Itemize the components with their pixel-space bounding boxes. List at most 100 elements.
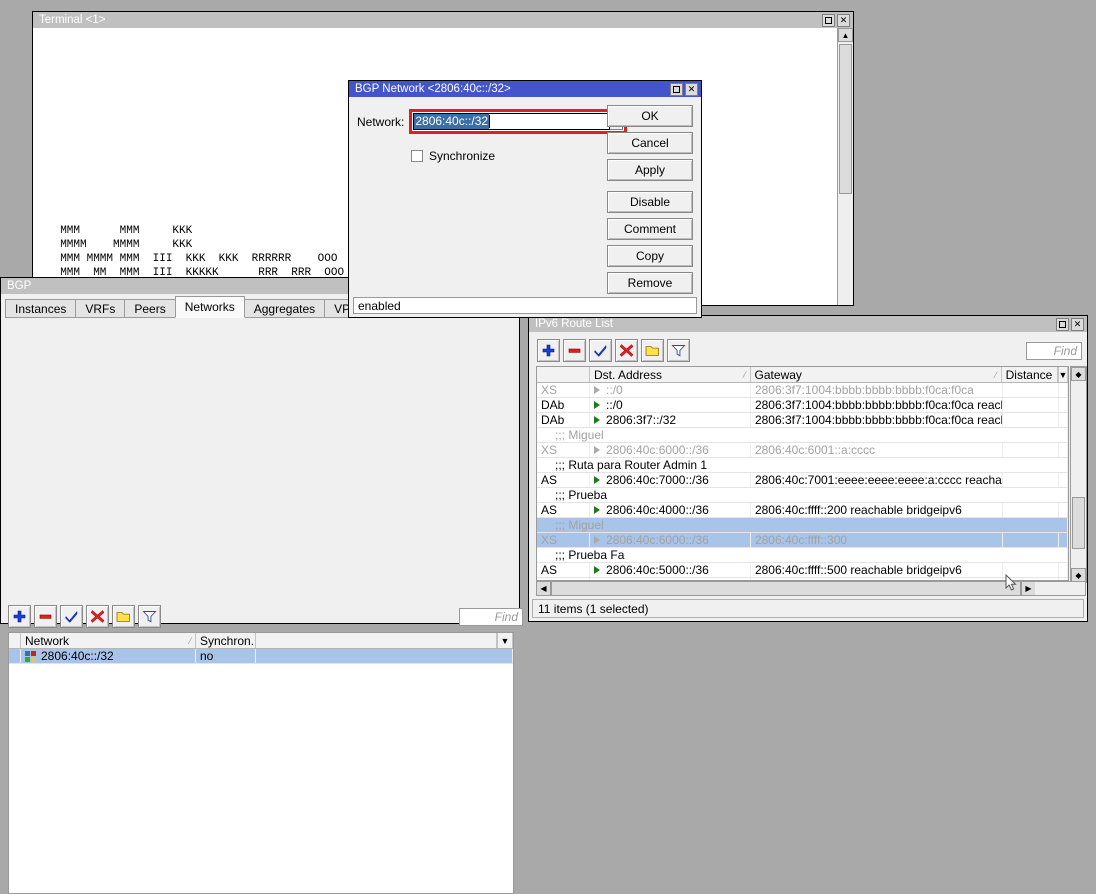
cell-distance: [1003, 473, 1059, 487]
table-row[interactable]: 2806:40c::/32no: [9, 649, 513, 664]
column-chooser-button[interactable]: ▼: [497, 633, 513, 648]
table-row[interactable]: XS::/02806:3f7:1004:bbbb:bbbb:bbbb:f0ca:…: [537, 383, 1068, 398]
maximize-icon[interactable]: [822, 14, 835, 27]
table-row[interactable]: DAb2806:3f7::/322806:3f7:1004:bbbb:bbbb:…: [537, 413, 1068, 428]
cell-distance: [1003, 563, 1059, 577]
comment-button[interactable]: Comment: [607, 218, 693, 240]
comment-button[interactable]: [112, 605, 135, 628]
table-row[interactable]: AS2806:40c:4000::/362806:40c:ffff::200 r…: [537, 503, 1068, 518]
table-row[interactable]: DAb::/02806:3f7:1004:bbbb:bbbb:bbbb:f0ca…: [537, 398, 1068, 413]
add-button[interactable]: [8, 605, 31, 628]
synchronize-row[interactable]: Synchronize: [411, 149, 495, 163]
comment-row[interactable]: ;;; Prueba Fa: [537, 548, 1068, 563]
column-chooser-button[interactable]: ▼: [1058, 367, 1068, 382]
enable-button[interactable]: [60, 605, 83, 628]
comment-row[interactable]: ;;; Prueba: [537, 488, 1068, 503]
column-header-dst-address[interactable]: Dst. Address⁄: [590, 367, 751, 382]
comment-button[interactable]: [641, 339, 664, 362]
tab-networks[interactable]: Networks: [175, 296, 245, 318]
disable-icon: [619, 343, 634, 358]
remove-button[interactable]: [563, 339, 586, 362]
cell-filler: [1059, 443, 1068, 457]
scroll-left-icon[interactable]: ◀: [537, 582, 551, 595]
routelist-toolbar[interactable]: [537, 339, 690, 362]
bgp-find-input[interactable]: Find: [459, 608, 523, 626]
remove-icon: [38, 609, 53, 624]
scroll-down-icon[interactable]: ◆: [1071, 568, 1086, 582]
cell-distance: [1003, 503, 1059, 517]
disable-button[interactable]: [86, 605, 109, 628]
hscroll-thumb[interactable]: [551, 582, 1021, 595]
synchronize-label: Synchronize: [429, 149, 495, 163]
maximize-icon[interactable]: [1056, 318, 1069, 331]
tab-vrfs[interactable]: VRFs: [75, 299, 125, 318]
maximize-icon[interactable]: [670, 83, 683, 96]
copy-button[interactable]: Copy: [607, 245, 693, 267]
bgp-network-dialog[interactable]: BGP Network <2806:40c::/32> ✕ Network: 2…: [348, 80, 702, 318]
ipv6-route-list-window[interactable]: IPv6 Route List ✕ Find Dst. Address⁄Gate…: [528, 315, 1088, 622]
enable-button[interactable]: [589, 339, 612, 362]
column-header-synchron-[interactable]: Synchron...: [196, 633, 256, 648]
synchronize-checkbox[interactable]: [411, 150, 423, 162]
terminal-vertical-scrollbar[interactable]: ▲: [837, 28, 853, 305]
network-field-highlight: 2806:40c::/32: [409, 109, 627, 134]
column-header-flags[interactable]: [537, 367, 590, 382]
close-icon[interactable]: ✕: [685, 83, 698, 96]
routelist-status-text: 11 items (1 selected): [538, 602, 649, 616]
route-active-icon: [594, 386, 600, 394]
table-row[interactable]: XS2806:40c:6000::/362806:40c:6001::a:ccc…: [537, 443, 1068, 458]
add-button[interactable]: [537, 339, 560, 362]
bgp-window[interactable]: BGP InstancesVRFsPeersNetworksAggregates…: [0, 277, 520, 624]
filter-button[interactable]: [138, 605, 161, 628]
filter-button[interactable]: [667, 339, 690, 362]
dialog-button-column[interactable]: OK Cancel Apply Disable Comment Copy Remove: [607, 105, 693, 294]
bgp-toolbar[interactable]: [8, 605, 161, 628]
routelist-horizontal-scrollbar[interactable]: ◀ ▶: [536, 581, 1086, 596]
remove-button[interactable]: Remove: [607, 272, 693, 294]
table-row[interactable]: AS2806:40c:5000::/362806:40c:ffff::500 r…: [537, 563, 1068, 578]
disable-button[interactable]: [615, 339, 638, 362]
close-icon[interactable]: ✕: [837, 14, 850, 27]
scroll-thumb[interactable]: [1072, 497, 1085, 549]
column-header-gateway[interactable]: Gateway⁄: [751, 367, 1002, 382]
remove-button[interactable]: [34, 605, 57, 628]
route-active-icon: [594, 416, 600, 424]
cell-filler: [1059, 533, 1068, 547]
routelist-titlebar[interactable]: IPv6 Route List ✕: [529, 316, 1087, 332]
row-marker: [9, 649, 21, 663]
network-input[interactable]: 2806:40c::/32: [413, 113, 610, 130]
scroll-thumb[interactable]: [839, 44, 852, 194]
tab-instances[interactable]: Instances: [5, 299, 76, 318]
scroll-right-icon[interactable]: ▶: [1021, 582, 1035, 595]
dialog-titlebar[interactable]: BGP Network <2806:40c::/32> ✕: [349, 81, 701, 97]
apply-button[interactable]: Apply: [607, 159, 693, 181]
tab-peers[interactable]: Peers: [124, 299, 175, 318]
table-row[interactable]: AS2806:40c:7000::/362806:40c:7001:eeee:e…: [537, 473, 1068, 488]
row-marker-header: [9, 633, 21, 648]
ok-button[interactable]: OK: [607, 105, 693, 127]
column-header-distance[interactable]: Distance: [1002, 367, 1058, 382]
ipv6-routes-grid[interactable]: Dst. Address⁄Gateway⁄Distance▼XS::/02806…: [536, 366, 1069, 581]
cell-synchronize: no: [196, 649, 256, 663]
comment-row[interactable]: ;;; Ruta para Router Admin 1: [537, 458, 1068, 473]
cancel-button[interactable]: Cancel: [607, 132, 693, 154]
cell-dst-text: 2806:40c:4000::/36: [606, 503, 709, 517]
table-row[interactable]: XS2806:40c:6000::/362806:40c:ffff::300: [537, 533, 1068, 548]
column-header-filler: [256, 633, 497, 648]
disable-button[interactable]: Disable: [607, 191, 693, 213]
comment-row[interactable]: ;;; Miguel: [537, 518, 1068, 533]
terminal-titlebar[interactable]: Terminal <1> ✕: [33, 12, 853, 28]
scroll-up-icon[interactable]: ◆: [1071, 367, 1086, 381]
column-header-network[interactable]: Network⁄: [21, 633, 196, 648]
tab-aggregates[interactable]: Aggregates: [244, 299, 325, 318]
routelist-find-input[interactable]: Find: [1026, 342, 1082, 360]
comment-row[interactable]: ;;; Miguel: [537, 428, 1068, 443]
close-icon[interactable]: ✕: [1071, 318, 1084, 331]
bgp-networks-grid[interactable]: Network⁄Synchron... ▼2806:40c::/32no: [8, 632, 514, 894]
comment-icon: [645, 343, 660, 358]
find-placeholder: Find: [1054, 344, 1077, 358]
cell-filler: [1059, 383, 1068, 397]
routelist-vertical-scrollbar[interactable]: ◆ ◆: [1070, 366, 1087, 583]
cell-comment: ;;; Prueba: [537, 488, 1068, 502]
scroll-up-icon[interactable]: ▲: [838, 28, 853, 42]
